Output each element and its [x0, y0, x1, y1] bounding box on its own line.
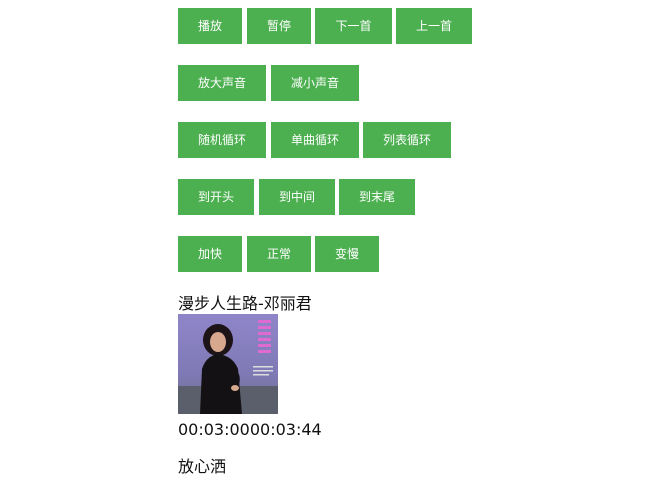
playlist-item[interactable]: 放心洒 [178, 456, 226, 478]
slow-down-button[interactable]: 变慢 [315, 236, 379, 272]
playback-time: 00:03:0000:03:44 [178, 420, 322, 439]
pause-button[interactable]: 暂停 [247, 8, 311, 44]
seek-end-button[interactable]: 到末尾 [339, 179, 415, 215]
single-loop-button[interactable]: 单曲循环 [271, 122, 359, 158]
seek-middle-button[interactable]: 到中间 [259, 179, 335, 215]
volume-up-button[interactable]: 放大声音 [178, 65, 266, 101]
volume-down-button[interactable]: 减小声音 [271, 65, 359, 101]
play-button[interactable]: 播放 [178, 8, 242, 44]
shuffle-loop-button[interactable]: 随机循环 [178, 122, 266, 158]
speed-normal-button[interactable]: 正常 [247, 236, 311, 272]
list-loop-button[interactable]: 列表循环 [363, 122, 451, 158]
next-track-button[interactable]: 下一首 [315, 8, 392, 44]
album-cover [178, 314, 278, 414]
previous-track-button[interactable]: 上一首 [396, 8, 472, 44]
current-song-title: 漫步人生路-邓丽君 [178, 294, 312, 313]
speed-up-button[interactable]: 加快 [178, 236, 242, 272]
seek-start-button[interactable]: 到开头 [178, 179, 254, 215]
